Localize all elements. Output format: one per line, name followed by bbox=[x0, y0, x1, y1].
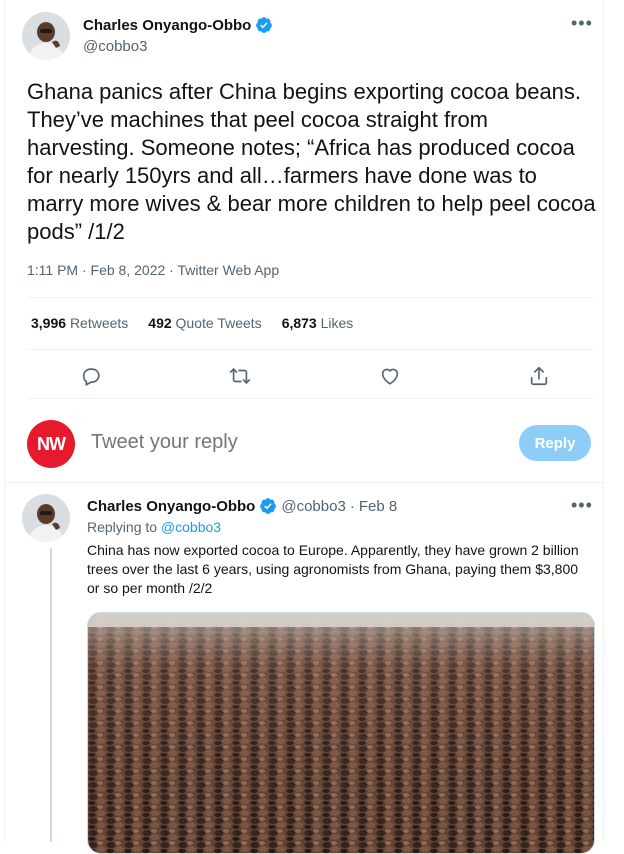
tweet-timestamp[interactable]: 1:11 PM · Feb 8, 2022 · Twitter Web App bbox=[27, 262, 279, 278]
cocoa-beans-photo[interactable] bbox=[87, 612, 595, 854]
likes-label: Likes bbox=[320, 315, 354, 331]
verified-badge-icon bbox=[259, 497, 277, 515]
replying-to: Replying to @cobbo3 bbox=[87, 519, 221, 535]
author-info: Charles Onyango-Obbo bbox=[83, 16, 273, 34]
reply-author-info: Charles Onyango-Obbo @cobbo3 · Feb 8 bbox=[87, 497, 397, 515]
dot-separator: · bbox=[349, 497, 355, 515]
tweet-stats: 3,996 Retweets 492 Quote Tweets 6,873 Li… bbox=[31, 315, 353, 331]
retweet-icon[interactable] bbox=[224, 360, 256, 392]
tweet-detail-column: Charles Onyango-Obbo @cobbo3 ••• Ghana p… bbox=[4, 0, 605, 854]
replying-handle-link[interactable]: @cobbo3 bbox=[161, 519, 221, 535]
divider bbox=[5, 482, 605, 483]
more-options-icon[interactable]: ••• bbox=[571, 14, 593, 32]
divider bbox=[27, 398, 593, 399]
reply-author-handle[interactable]: @cobbo3 bbox=[281, 498, 345, 515]
more-options-icon[interactable]: ••• bbox=[571, 496, 593, 514]
verified-badge-icon bbox=[255, 16, 273, 34]
tweet-action-bar bbox=[75, 360, 555, 392]
reply-icon[interactable] bbox=[75, 360, 107, 392]
divider bbox=[27, 349, 593, 350]
retweets-stat[interactable]: 3,996 Retweets bbox=[31, 315, 128, 331]
tweet-text: Ghana panics after China begins exportin… bbox=[27, 79, 596, 244]
quotes-count: 492 bbox=[148, 315, 172, 331]
thread-connector-line bbox=[50, 548, 52, 842]
reply-author-avatar[interactable] bbox=[22, 494, 70, 542]
replying-prefix: Replying to bbox=[87, 519, 158, 535]
retweets-label: Retweets bbox=[69, 315, 129, 331]
likes-count: 6,873 bbox=[281, 315, 317, 331]
likes-stat[interactable]: 6,873 Likes bbox=[282, 315, 354, 331]
user-avatar[interactable]: NW bbox=[27, 420, 75, 468]
retweets-count: 3,996 bbox=[31, 315, 67, 331]
like-icon[interactable] bbox=[374, 360, 406, 392]
divider bbox=[27, 297, 593, 298]
reply-date[interactable]: Feb 8 bbox=[359, 498, 397, 515]
quotes-stat[interactable]: 492 Quote Tweets bbox=[148, 315, 261, 331]
author-name[interactable]: Charles Onyango-Obbo bbox=[83, 17, 251, 34]
reply-composer: NW Reply bbox=[27, 418, 593, 472]
reply-tweet-text: China has now exported cocoa to Europe. … bbox=[87, 542, 579, 596]
quotes-label: Quote Tweets bbox=[175, 315, 262, 331]
share-icon[interactable] bbox=[523, 360, 555, 392]
author-avatar[interactable] bbox=[22, 12, 70, 60]
author-handle[interactable]: @cobbo3 bbox=[83, 38, 147, 55]
reply-button[interactable]: Reply bbox=[519, 425, 591, 461]
reply-author-name[interactable]: Charles Onyango-Obbo bbox=[87, 498, 255, 515]
reply-input[interactable] bbox=[89, 430, 473, 455]
